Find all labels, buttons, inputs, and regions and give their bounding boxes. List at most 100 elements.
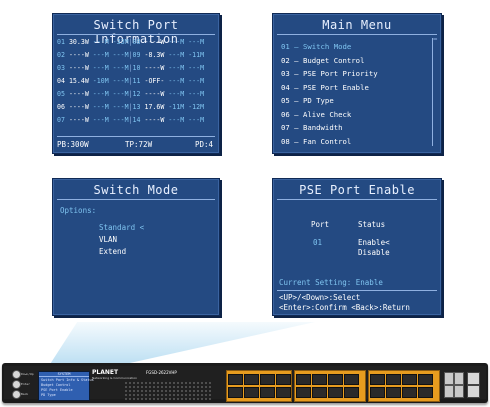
switch-mode-panel: Switch Mode Options: Standard < VLAN Exten… [52, 178, 220, 316]
enter-button[interactable] [12, 380, 21, 389]
rj45-port[interactable] [312, 374, 327, 385]
port-info-cell: 02 [57, 51, 65, 59]
port-info-row: 01 30.3W ---M -33M|08 ----W ---M ---M [57, 38, 204, 46]
lcd-line: PSE Port Enable [41, 388, 73, 392]
port-info-cell: 06 [57, 103, 65, 111]
pse-port-enable-panel: PSE Port Enable Port Status 01 Enable< D… [272, 178, 442, 316]
rj45-port[interactable] [260, 374, 275, 385]
rj45-port[interactable] [244, 387, 259, 398]
port-info-row: 04 15.4W -10M ---M|11 -OFF- ---M ---M [57, 77, 204, 85]
mode-option[interactable]: Extend [99, 247, 126, 256]
status-option-disable[interactable]: Disable [358, 248, 390, 257]
rj45-port[interactable] [386, 374, 401, 385]
port-info-cell: ---M [168, 38, 185, 46]
poe-switch-device: Down/Up Enter Back SYSTEM Switch Port In… [2, 363, 488, 403]
port-info-cell: ---M [112, 51, 129, 59]
rj45-port[interactable] [312, 387, 327, 398]
port-info-cell: ----W [144, 90, 165, 98]
port-info-cell: ---M [112, 116, 129, 124]
port-info-cell: -11M [168, 103, 185, 111]
rj45-port[interactable] [386, 387, 401, 398]
menu-item[interactable]: 01 — Switch Mode [281, 42, 351, 51]
button-label: Enter [21, 382, 31, 386]
port-info-cell: ---M [92, 64, 109, 72]
menu-item[interactable]: 05 — PD Type [281, 96, 334, 105]
rj45-port[interactable] [276, 387, 291, 398]
rj45-port[interactable] [328, 387, 343, 398]
port-info-row: 05 ----W ---M ---M|12 ----W ---M ---M [57, 90, 204, 98]
help-select: <UP>/<Down>:Select [279, 293, 361, 302]
menu-item[interactable]: 08 — Fan Control [281, 137, 351, 146]
menu-item[interactable]: 02 — Budget Control [281, 56, 364, 65]
port-info-cell: ---M [92, 38, 109, 46]
rj45-port[interactable] [260, 387, 275, 398]
port-info-cell: ---M [112, 90, 129, 98]
port-info-cell: ---M [112, 103, 129, 111]
lcd-line: Switch Port Info & Status [41, 378, 94, 382]
status-option-enable[interactable]: Enable< [358, 238, 390, 247]
rj45-port[interactable] [228, 374, 243, 385]
rj45-port[interactable] [328, 374, 343, 385]
rj45-port[interactable] [296, 374, 311, 385]
rj45-port[interactable] [418, 374, 433, 385]
menu-item[interactable]: 03 — PSE Port Priority [281, 69, 378, 78]
rj45-port[interactable] [370, 387, 385, 398]
port-info-cell: ----W [68, 116, 89, 124]
port-info-cell: 01 [57, 38, 65, 46]
panel-title: PSE Port Enable [299, 183, 415, 197]
port-info-cell: 04 [57, 77, 65, 85]
rj45-port[interactable] [296, 387, 311, 398]
port-info-cell: ---M [188, 64, 205, 72]
port-info-cell: ----W [68, 51, 89, 59]
rj45-port[interactable] [402, 387, 417, 398]
back-button[interactable] [12, 390, 21, 399]
lcd-line: PD Type [41, 393, 56, 397]
pd-count: PD:4 [194, 140, 213, 149]
mode-option[interactable]: VLAN [99, 235, 117, 244]
port-info-cell: ---M [168, 77, 185, 85]
port-info-cell: ---M [92, 90, 109, 98]
button-label: Down/Up [21, 372, 34, 376]
sfp-slot[interactable] [467, 372, 480, 385]
scroll-up-icon[interactable]: ═ [433, 36, 437, 43]
brand-logo: PLANET [92, 369, 119, 376]
rj45-port[interactable] [418, 387, 433, 398]
uplink-port[interactable] [444, 372, 454, 385]
rj45-port[interactable] [344, 387, 359, 398]
mode-option[interactable]: Standard < [99, 223, 144, 232]
lcd-title: SYSTEM [39, 372, 89, 377]
lcd-line: Budget Control [41, 383, 71, 387]
sfp-slot[interactable] [467, 385, 480, 398]
port-info-row: 03 ----W ---M ---M|10 ----W ---M ---M [57, 64, 204, 72]
port-info-cell: 03 [57, 64, 65, 72]
scrollbar[interactable] [432, 38, 433, 146]
port-info-cell: ----W [68, 90, 89, 98]
port-column-header: Port [311, 220, 330, 229]
menu-item[interactable]: 04 — PSE Port Enable [281, 83, 369, 92]
port-info-cell: ---M [168, 90, 185, 98]
port-info-cell: 17.6W [144, 103, 165, 111]
menu-item[interactable]: 06 — Alive Check [281, 110, 351, 119]
rj45-port[interactable] [276, 374, 291, 385]
port-info-cell: ---M [112, 77, 129, 85]
menu-item[interactable]: 07 — Bandwidth [281, 123, 343, 132]
panel-title: Switch Mode [93, 183, 179, 197]
uplink-port[interactable] [444, 385, 454, 398]
port-info-cell: ---M [92, 103, 109, 111]
uplink-port[interactable] [454, 372, 464, 385]
port-info-cell: ----W [68, 64, 89, 72]
port-number[interactable]: 01 [313, 238, 322, 247]
rj45-port[interactable] [370, 374, 385, 385]
rj45-port[interactable] [244, 374, 259, 385]
port-info-cell: ----W [68, 103, 89, 111]
brand-tagline: Networking & Communication [92, 376, 138, 380]
port-info-cell: ----W [144, 38, 165, 46]
total-power: TP:72W [125, 140, 153, 149]
port-info-cell: ---M [188, 38, 205, 46]
options-label: Options: [60, 206, 97, 215]
rj45-port[interactable] [228, 387, 243, 398]
rj45-port[interactable] [344, 374, 359, 385]
uplink-port[interactable] [454, 385, 464, 398]
rj45-port[interactable] [402, 374, 417, 385]
down-up-button[interactable] [12, 370, 21, 379]
